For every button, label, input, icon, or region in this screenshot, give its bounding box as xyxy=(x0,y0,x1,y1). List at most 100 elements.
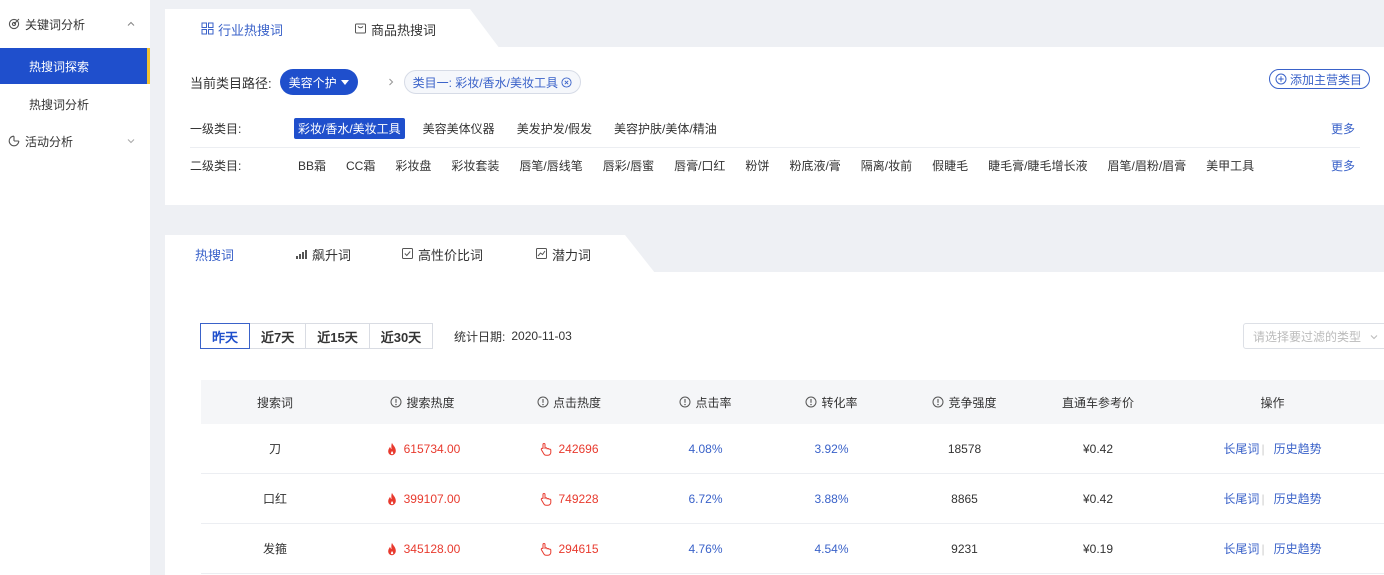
plus-circle-icon xyxy=(1275,73,1287,85)
tab-potential-words[interactable]: 潜力词 xyxy=(535,235,591,273)
header-click-heat[interactable]: 点击热度 xyxy=(496,394,642,411)
history-trend-link[interactable]: 历史趋势 xyxy=(1274,490,1322,507)
sidebar-item-hot-word-explore[interactable]: 热搜词探索 xyxy=(0,48,150,84)
level1-category-row: 一级类目: 彩妆/香水/美妆工具 美容美体仪器 美发护发/假发 美容护肤/美体/… xyxy=(190,110,1360,146)
long-tail-link[interactable]: 长尾词 xyxy=(1223,440,1259,457)
chart-box-icon xyxy=(535,247,549,261)
cell-actions: 长尾词 | 历史趋势 xyxy=(1161,440,1384,457)
hand-pointer-icon xyxy=(541,442,552,456)
range-15-days[interactable]: 近15天 xyxy=(305,323,370,349)
level2-option[interactable]: 彩妆盘 xyxy=(391,155,435,176)
sidebar-item-hot-word-analysis[interactable]: 热搜词分析 xyxy=(0,86,150,122)
level2-option[interactable]: 唇笔/唇线笔 xyxy=(515,155,586,176)
long-tail-link[interactable]: 长尾词 xyxy=(1223,490,1259,507)
header-label: 点击率 xyxy=(695,395,732,410)
level2-option[interactable]: 美甲工具 xyxy=(1202,155,1258,176)
level2-more-link[interactable]: 更多 xyxy=(1331,157,1355,174)
range-30-days[interactable]: 近30天 xyxy=(368,323,434,349)
cell-search-heat: 345128.00 xyxy=(349,542,496,556)
cell-keyword: 刀 xyxy=(268,442,281,456)
cell-actions: 长尾词 | 历史趋势 xyxy=(1161,490,1384,507)
add-main-category-button[interactable]: 添加主营类目 xyxy=(1268,69,1370,89)
root-category-dropdown[interactable]: 美容个护 xyxy=(279,69,358,95)
header-label: 竞争强度 xyxy=(948,395,997,410)
add-main-category-label: 添加主营类目 xyxy=(1289,72,1362,87)
level2-option[interactable]: BB霜 xyxy=(294,155,330,176)
table-row: 口红 399107.00 749228 6.72% 3.88% 8865 ¥0.… xyxy=(201,474,1384,524)
stat-date-label: 统计日期: xyxy=(454,329,506,344)
info-icon xyxy=(932,396,944,408)
cell-keyword: 发箍 xyxy=(262,542,287,556)
level2-option[interactable]: CC霜 xyxy=(342,155,379,176)
level2-option[interactable]: 唇彩/唇蜜 xyxy=(599,155,658,176)
level2-option[interactable]: 睫毛膏/睫毛增长液 xyxy=(984,155,1091,176)
level2-option[interactable]: 假睫毛 xyxy=(928,155,972,176)
hand-pointer-icon xyxy=(541,492,552,506)
filter-type-select[interactable]: 请选择要过滤的类型 xyxy=(1243,323,1384,349)
hot-words-table: 搜索词 搜索热度 点击热度 点击率 转化率 竞争强度 直通车参考价 操作 刀 6… xyxy=(201,380,1384,574)
level2-option[interactable]: 隔离/妆前 xyxy=(857,155,916,176)
cell-cvr: 4.54% xyxy=(814,541,849,556)
level1-option[interactable]: 美容美体仪器 xyxy=(419,118,499,139)
header-keyword: 搜索词 xyxy=(256,395,293,410)
filter-placeholder: 请选择要过滤的类型 xyxy=(1253,329,1362,344)
tab-label: 商品热搜词 xyxy=(371,22,437,38)
level1-more-link[interactable]: 更多 xyxy=(1331,120,1355,137)
history-trend-link[interactable]: 历史趋势 xyxy=(1274,440,1322,457)
level1-option[interactable]: 美发护发/假发 xyxy=(513,118,596,139)
tab-product-hot-words[interactable]: 商品热搜词 xyxy=(354,9,436,49)
grid-icon xyxy=(201,22,215,36)
range-7-days[interactable]: 近7天 xyxy=(249,323,307,349)
category-panel: 行业热搜词 商品热搜词 当前类目路径: 美容个护 类目一: 彩妆/香水/美妆工具 xyxy=(165,9,1384,205)
cell-actions: 长尾词 | 历史趋势 xyxy=(1161,540,1384,557)
close-circle-icon[interactable] xyxy=(561,76,572,88)
level2-option[interactable]: 粉底液/膏 xyxy=(785,155,844,176)
sidebar-group-activity-analysis[interactable]: 活动分析 xyxy=(0,122,150,160)
fire-icon xyxy=(387,442,396,455)
level2-option[interactable]: 唇膏/口红 xyxy=(670,155,729,176)
tab-label: 热搜词 xyxy=(195,247,235,263)
long-tail-link[interactable]: 长尾词 xyxy=(1223,540,1259,557)
header-ctr[interactable]: 点击率 xyxy=(642,394,769,411)
table-header: 搜索词 搜索热度 点击热度 点击率 转化率 竞争强度 直通车参考价 操作 xyxy=(201,380,1384,424)
header-cvr[interactable]: 转化率 xyxy=(769,394,894,411)
level2-option[interactable]: 彩妆套装 xyxy=(447,155,503,176)
cell-cvr: 3.92% xyxy=(814,441,849,456)
header-label: 搜索热度 xyxy=(406,395,455,410)
path-label: 当前类目路径: xyxy=(190,75,272,91)
cell-click-heat: 749228 xyxy=(496,492,642,506)
cell-cvr: 3.88% xyxy=(814,491,849,506)
separator: | xyxy=(1261,491,1265,506)
click-heat-value: 242696 xyxy=(558,441,599,456)
category-panel-body: 当前类目路径: 美容个护 类目一: 彩妆/香水/美妆工具 添加主营类目 一级类目… xyxy=(165,47,1384,205)
level1-option[interactable]: 美容护肤/美体/精油 xyxy=(610,118,721,139)
level2-option[interactable]: 粉饼 xyxy=(741,155,773,176)
hand-pointer-icon xyxy=(541,542,552,556)
fire-icon xyxy=(387,542,396,555)
level2-option[interactable]: 眉笔/眉粉/眉膏 xyxy=(1103,155,1190,176)
cell-ctr: 4.08% xyxy=(688,441,723,456)
root-category-label: 美容个护 xyxy=(288,75,337,90)
header-label: 点击热度 xyxy=(552,395,601,410)
separator: | xyxy=(1261,441,1265,456)
header-actions: 操作 xyxy=(1260,395,1285,410)
header-search-heat[interactable]: 搜索热度 xyxy=(349,394,496,411)
info-icon xyxy=(390,396,402,408)
sidebar-group-keyword-analysis[interactable]: 关键词分析 xyxy=(0,0,150,48)
history-trend-link[interactable]: 历史趋势 xyxy=(1274,540,1322,557)
info-icon xyxy=(805,396,817,408)
tab-value-words[interactable]: 高性价比词 xyxy=(401,235,483,273)
tab-hot-words[interactable]: 热搜词 xyxy=(195,235,234,273)
tab-rising-words[interactable]: 飙升词 xyxy=(295,235,351,273)
search-heat-value: 345128.00 xyxy=(403,541,461,556)
cell-price: ¥0.19 xyxy=(1082,541,1114,556)
stat-date: 统计日期: 2020-11-03 xyxy=(454,323,572,349)
level1-option[interactable]: 彩妆/香水/美妆工具 xyxy=(294,117,405,139)
range-yesterday[interactable]: 昨天 xyxy=(200,323,251,349)
header-competition[interactable]: 竞争强度 xyxy=(894,394,1035,411)
sidebar-group-label: 活动分析 xyxy=(25,134,74,149)
hot-words-panel-body: 昨天 近7天 近15天 近30天 统计日期: 2020-11-03 请选择要过滤… xyxy=(165,272,1384,575)
cell-competition: 8865 xyxy=(951,491,978,506)
tab-industry-hot-words[interactable]: 行业热搜词 xyxy=(201,9,283,49)
sidebar: 关键词分析 热搜词探索 热搜词分析 活动分析 xyxy=(0,0,150,575)
